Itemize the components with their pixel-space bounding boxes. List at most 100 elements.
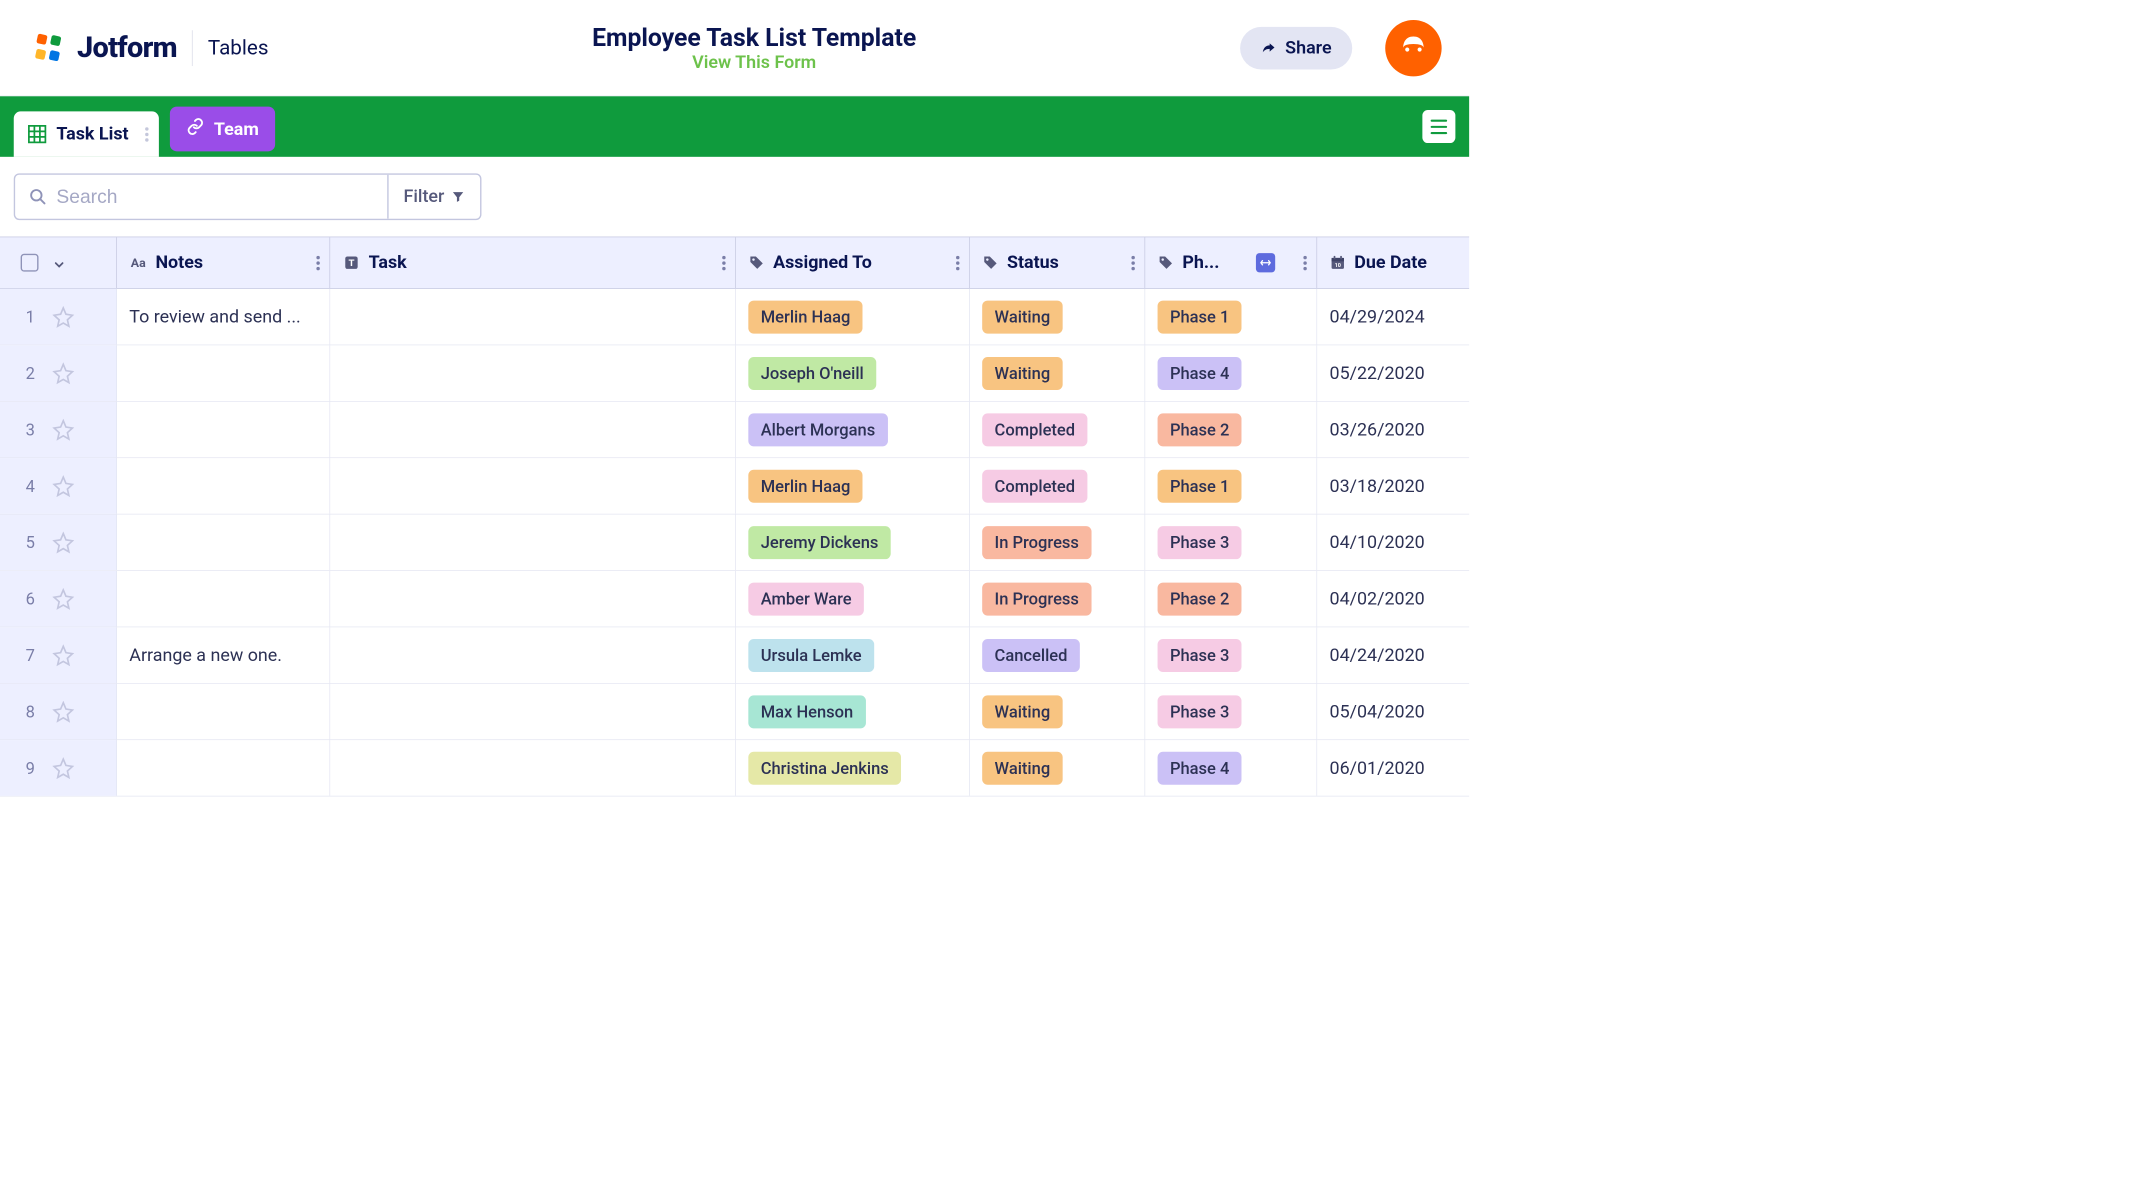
cell-assigned-to[interactable]: Jeremy Dickens xyxy=(736,514,970,570)
star-icon[interactable] xyxy=(52,475,74,497)
cell-assigned-to[interactable]: Amber Ware xyxy=(736,571,970,627)
view-form-link[interactable]: View This Form xyxy=(269,52,1240,73)
cell-status[interactable]: Completed xyxy=(970,458,1145,514)
cell-task[interactable] xyxy=(330,289,736,345)
cell-phase[interactable]: Phase 4 xyxy=(1145,740,1317,796)
cell-assigned-to[interactable]: Christina Jenkins xyxy=(736,740,970,796)
share-button[interactable]: Share xyxy=(1240,26,1352,69)
cell-notes[interactable] xyxy=(117,571,330,627)
table-row[interactable]: 5Jeremy DickensIn ProgressPhase 304/10/2… xyxy=(0,514,1469,570)
column-header-notes[interactable]: Aa Notes xyxy=(117,237,330,288)
cell-task[interactable] xyxy=(330,458,736,514)
table-row[interactable]: 2Joseph O'neillWaitingPhase 405/22/2020 xyxy=(0,345,1469,401)
cell-due-date[interactable]: 04/10/2020 xyxy=(1317,514,1468,570)
table-row[interactable]: 3Albert MorgansCompletedPhase 203/26/202… xyxy=(0,402,1469,458)
cell-assigned-to[interactable]: Ursula Lemke xyxy=(736,627,970,683)
cell-phase[interactable]: Phase 2 xyxy=(1145,571,1317,627)
column-menu-icon[interactable] xyxy=(722,256,725,270)
cell-assigned-to[interactable]: Merlin Haag xyxy=(736,289,970,345)
column-label: Status xyxy=(1007,252,1059,273)
table-row[interactable]: 1To review and send ...Merlin HaagWaitin… xyxy=(0,289,1469,345)
cell-assigned-to[interactable]: Merlin Haag xyxy=(736,458,970,514)
table-row[interactable]: 7Arrange a new one.Ursula LemkeCancelled… xyxy=(0,627,1469,683)
cell-status[interactable]: In Progress xyxy=(970,514,1145,570)
cell-due-date[interactable]: 05/04/2020 xyxy=(1317,684,1468,740)
cell-notes[interactable] xyxy=(117,345,330,401)
cell-due-date[interactable]: 03/26/2020 xyxy=(1317,402,1468,458)
table-row[interactable]: 6Amber WareIn ProgressPhase 204/02/2020 xyxy=(0,571,1469,627)
cell-due-date[interactable]: 04/02/2020 xyxy=(1317,571,1468,627)
search-field[interactable] xyxy=(15,175,387,219)
cell-phase[interactable]: Phase 3 xyxy=(1145,627,1317,683)
cell-notes[interactable] xyxy=(117,684,330,740)
star-icon[interactable] xyxy=(52,757,74,779)
cell-status[interactable]: In Progress xyxy=(970,571,1145,627)
cell-notes[interactable]: Arrange a new one. xyxy=(117,627,330,683)
cell-phase[interactable]: Phase 1 xyxy=(1145,458,1317,514)
cell-task[interactable] xyxy=(330,571,736,627)
cell-assigned-to[interactable]: Joseph O'neill xyxy=(736,345,970,401)
table-row[interactable]: 4Merlin HaagCompletedPhase 103/18/2020 xyxy=(0,458,1469,514)
table-row[interactable]: 8Max HensonWaitingPhase 305/04/2020 xyxy=(0,684,1469,740)
cell-task[interactable] xyxy=(330,627,736,683)
cell-assigned-to[interactable]: Max Henson xyxy=(736,684,970,740)
star-icon[interactable] xyxy=(52,306,74,328)
column-header-phase[interactable]: Ph... xyxy=(1145,237,1317,288)
cell-notes[interactable]: To review and send ... xyxy=(117,289,330,345)
cell-task[interactable] xyxy=(330,514,736,570)
tab-menu-icon[interactable] xyxy=(138,127,145,141)
cell-phase[interactable]: Phase 2 xyxy=(1145,402,1317,458)
logo[interactable]: Jotform xyxy=(33,31,177,65)
cell-due-date[interactable]: 04/29/2024 xyxy=(1317,289,1468,345)
column-header-status[interactable]: Status xyxy=(970,237,1145,288)
cell-due-date[interactable]: 06/01/2020 xyxy=(1317,740,1468,796)
star-icon[interactable] xyxy=(52,644,74,666)
cell-due-date[interactable]: 04/24/2020 xyxy=(1317,627,1468,683)
column-menu-icon[interactable] xyxy=(316,256,319,270)
cell-notes[interactable] xyxy=(117,514,330,570)
cell-notes[interactable] xyxy=(117,402,330,458)
tab-task-list[interactable]: Task List xyxy=(14,111,159,156)
column-header-assigned-to[interactable]: Assigned To xyxy=(736,237,970,288)
cell-assigned-to[interactable]: Albert Morgans xyxy=(736,402,970,458)
cell-phase[interactable]: Phase 1 xyxy=(1145,289,1317,345)
star-icon[interactable] xyxy=(52,531,74,553)
cell-due-date[interactable]: 03/18/2020 xyxy=(1317,458,1468,514)
cell-task[interactable] xyxy=(330,402,736,458)
cell-status[interactable]: Waiting xyxy=(970,684,1145,740)
chevron-down-icon[interactable] xyxy=(52,256,66,270)
expand-column-icon[interactable] xyxy=(1256,253,1275,272)
cell-due-date[interactable]: 05/22/2020 xyxy=(1317,345,1468,401)
star-icon[interactable] xyxy=(52,588,74,610)
cell-phase[interactable]: Phase 4 xyxy=(1145,345,1317,401)
cell-status[interactable]: Waiting xyxy=(970,740,1145,796)
phase-pill: Phase 3 xyxy=(1158,639,1242,672)
cell-status[interactable]: Waiting xyxy=(970,345,1145,401)
column-menu-icon[interactable] xyxy=(956,256,959,270)
column-header-task[interactable]: T Task xyxy=(330,237,736,288)
table-row[interactable]: 9Christina JenkinsWaitingPhase 406/01/20… xyxy=(0,740,1469,796)
star-icon[interactable] xyxy=(52,701,74,723)
cell-phase[interactable]: Phase 3 xyxy=(1145,684,1317,740)
star-icon[interactable] xyxy=(52,419,74,441)
avatar[interactable] xyxy=(1385,20,1441,76)
cell-status[interactable]: Waiting xyxy=(970,289,1145,345)
cell-task[interactable] xyxy=(330,345,736,401)
filter-button[interactable]: Filter xyxy=(387,175,480,219)
logo-subtitle[interactable]: Tables xyxy=(208,36,269,60)
search-input[interactable] xyxy=(56,186,373,208)
cell-task[interactable] xyxy=(330,684,736,740)
select-all-checkbox[interactable] xyxy=(21,254,39,272)
star-icon[interactable] xyxy=(52,362,74,384)
cell-status[interactable]: Completed xyxy=(970,402,1145,458)
tab-team[interactable]: Team xyxy=(170,107,276,152)
column-menu-icon[interactable] xyxy=(1303,256,1306,270)
cell-notes[interactable] xyxy=(117,458,330,514)
cell-phase[interactable]: Phase 3 xyxy=(1145,514,1317,570)
column-menu-icon[interactable] xyxy=(1131,256,1134,270)
cell-notes[interactable] xyxy=(117,740,330,796)
column-header-due-date[interactable]: 10 Due Date xyxy=(1317,237,1468,288)
cell-status[interactable]: Cancelled xyxy=(970,627,1145,683)
menu-button[interactable] xyxy=(1422,110,1455,143)
cell-task[interactable] xyxy=(330,740,736,796)
